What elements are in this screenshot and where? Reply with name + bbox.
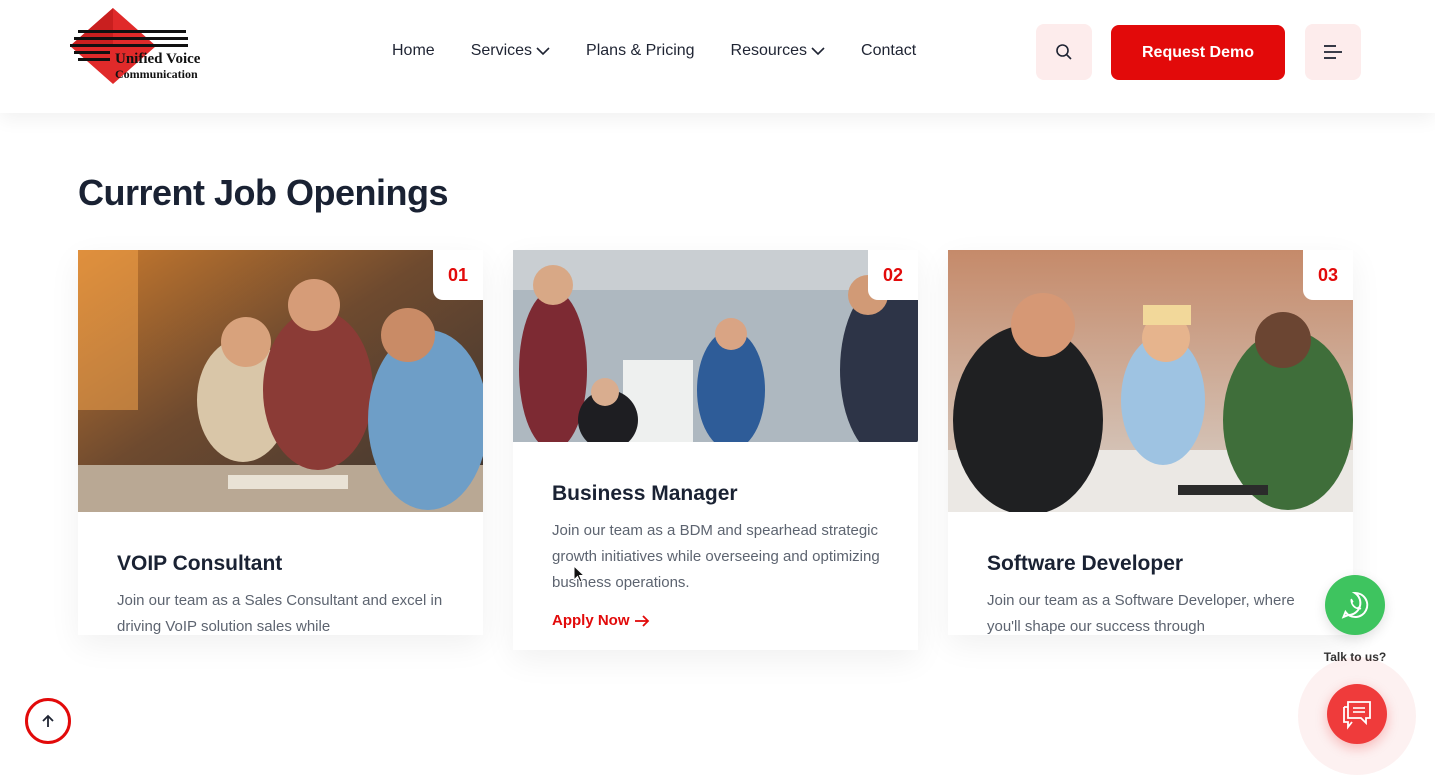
request-demo-button[interactable]: Request Demo [1111,25,1285,80]
nav-item-label: Services [470,42,533,59]
mouse-cursor-icon [573,565,585,583]
job-title[interactable]: Software Developer [987,552,1183,576]
job-title[interactable]: Business Manager [552,482,738,506]
job-image [948,250,1353,512]
nav-item-label: Resources [730,42,808,59]
job-image [513,250,918,442]
search-button[interactable] [1036,24,1092,80]
nav-item-services[interactable]: Services [471,42,550,60]
arrow-up-icon [42,714,54,727]
job-card-3[interactable]: 03 Software Developer Join our team as a… [948,250,1353,635]
nav-item-label: Home [392,42,435,59]
job-number-badge: 01 [433,250,483,300]
apply-now-label: Apply Now [552,612,630,629]
nav-item-contact[interactable]: Contact [861,42,916,60]
job-description: Join our team as a Software Developer, w… [987,592,1295,634]
nav-item-resources[interactable]: Resources [731,42,825,60]
whatsapp-button[interactable] [1325,575,1385,635]
whatsapp-icon [1341,591,1369,619]
chat-icon [1343,701,1371,730]
brand-name-line1: Unified Voice [115,51,201,67]
job-number-badge: 03 [1303,250,1353,300]
hamburger-menu-icon [1324,45,1342,59]
job-number-badge: 02 [868,250,918,300]
nav-item-label: Contact [861,42,917,59]
chevron-down-icon [536,47,550,56]
back-to-top-button[interactable] [25,698,71,744]
brand-name-line2: Communication [115,67,198,81]
job-description: Join our team as a Sales Consultant and … [117,592,443,634]
job-card-1[interactable]: 01 VOIP Consultant Join our team as a Sa… [78,250,483,635]
section-title: Current Job Openings [78,172,449,213]
arrow-right-icon [634,614,649,627]
apply-now-link[interactable]: Apply Now [552,612,650,629]
search-icon [1056,44,1072,60]
nav-item-label: Plans & Pricing [586,42,695,59]
menu-button[interactable] [1305,24,1361,80]
job-image [78,250,483,512]
nav-item-plans-pricing[interactable]: Plans & Pricing [586,42,695,60]
chevron-down-icon [811,47,825,56]
main-nav: Home Services Plans & Pricing Resources … [392,42,952,60]
job-description: Join our team as a BDM and spearhead str… [552,522,880,591]
chat-button[interactable] [1327,684,1387,744]
site-header: Unified Voice Communication Home Service… [0,0,1435,113]
nav-item-home[interactable]: Home [392,42,435,60]
job-title[interactable]: VOIP Consultant [117,552,282,576]
job-card-2[interactable]: 02 Business Manager Join our team as a B… [513,250,918,650]
brand-logo[interactable]: Unified Voice Communication [68,8,228,88]
